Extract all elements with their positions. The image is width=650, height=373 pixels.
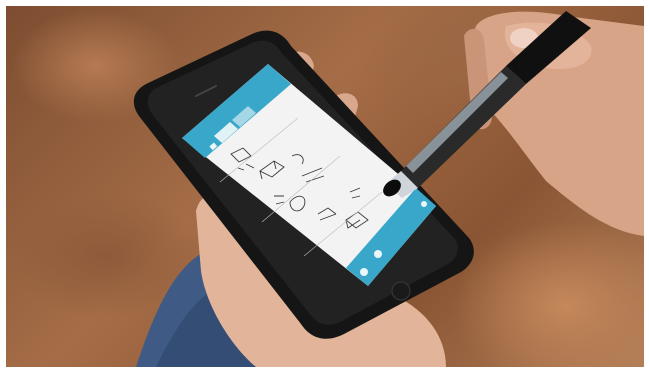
scene (133, 11, 644, 367)
photo-background (6, 6, 644, 367)
pen-icon[interactable] (374, 250, 382, 258)
add-icon[interactable] (360, 268, 368, 276)
share-icon[interactable] (421, 201, 427, 207)
home-button[interactable] (391, 281, 411, 301)
